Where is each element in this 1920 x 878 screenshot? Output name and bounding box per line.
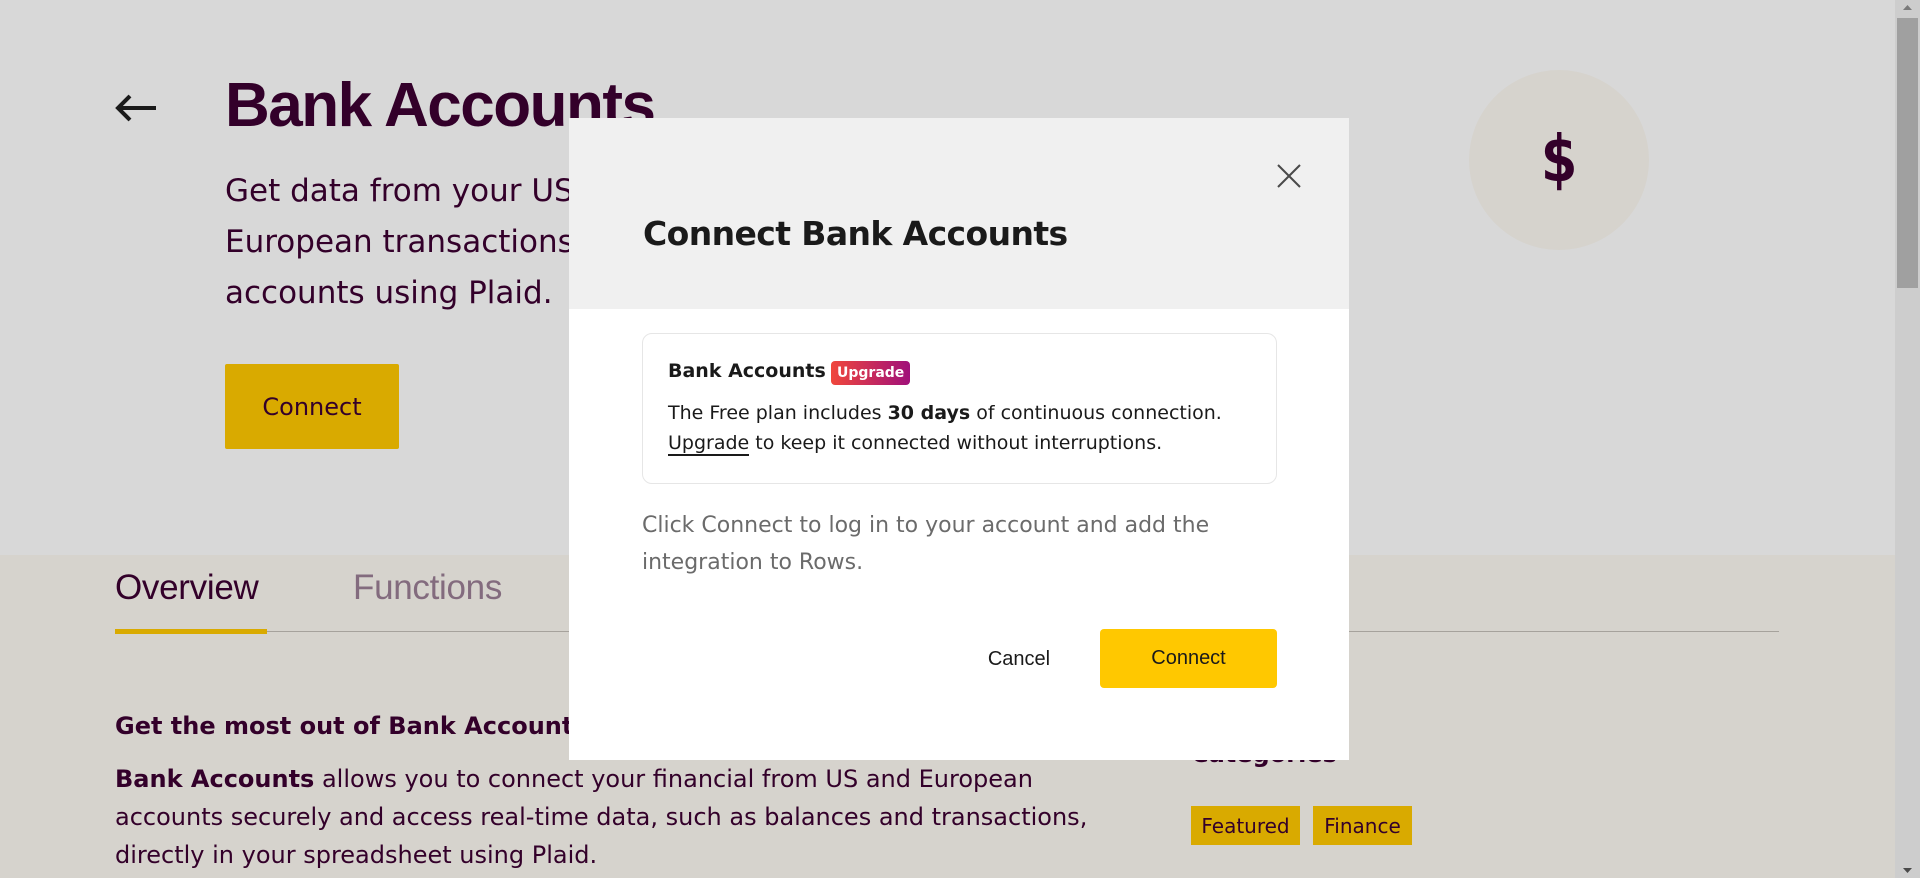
plan-card-title: Bank Accounts xyxy=(668,360,826,382)
tab-functions[interactable]: Functions xyxy=(353,568,502,608)
plan-text: of continuous connection. xyxy=(970,402,1222,424)
modal-help-text: Click Connect to log in to your account … xyxy=(642,513,1210,575)
tag-finance[interactable]: Finance xyxy=(1313,806,1412,845)
plan-card-line-2: Upgrade to keep it connected without int… xyxy=(668,428,1268,458)
overview-heading: Get the most out of Bank Accounts xyxy=(115,712,588,740)
modal-title: Connect Bank Accounts xyxy=(643,214,1068,253)
dollar-icon: $ xyxy=(1539,123,1579,197)
plan-card-line-1: The Free plan includes 30 days of contin… xyxy=(668,398,1268,428)
cancel-button[interactable]: Cancel xyxy=(969,641,1069,677)
connect-button[interactable]: Connect xyxy=(225,364,399,449)
connect-modal: Connect Bank Accounts Bank Accounts Upgr… xyxy=(569,118,1349,760)
plan-card-body: The Free plan includes 30 days of contin… xyxy=(668,398,1268,458)
plan-text: to keep it connected without interruptio… xyxy=(749,432,1163,454)
scroll-up-arrow-icon[interactable] xyxy=(1895,0,1920,15)
scrollbar-thumb[interactable] xyxy=(1897,18,1918,288)
plan-text: The Free plan includes xyxy=(668,402,888,424)
modal-header: Connect Bank Accounts xyxy=(569,118,1349,309)
close-icon[interactable] xyxy=(1276,163,1302,189)
plan-info-card: Bank Accounts Upgrade The Free plan incl… xyxy=(642,333,1277,484)
overview-description: Bank Accounts allows you to connect your… xyxy=(115,760,1135,874)
upgrade-badge[interactable]: Upgrade xyxy=(831,361,911,385)
modal-connect-button[interactable]: Connect xyxy=(1100,629,1277,688)
arrow-left-icon[interactable] xyxy=(114,88,160,128)
plan-duration: 30 days xyxy=(887,402,971,424)
vertical-scrollbar[interactable] xyxy=(1895,0,1920,878)
tag-featured[interactable]: Featured xyxy=(1191,806,1300,845)
scroll-down-arrow-icon[interactable] xyxy=(1895,863,1920,878)
tab-overview[interactable]: Overview xyxy=(115,568,259,608)
integration-page: Bank Accounts Get data from your US and … xyxy=(0,0,1895,878)
overview-description-bold: Bank Accounts xyxy=(115,765,315,793)
active-tab-indicator xyxy=(115,629,267,634)
integration-logo: $ xyxy=(1469,70,1649,250)
upgrade-link[interactable]: Upgrade xyxy=(668,432,750,456)
